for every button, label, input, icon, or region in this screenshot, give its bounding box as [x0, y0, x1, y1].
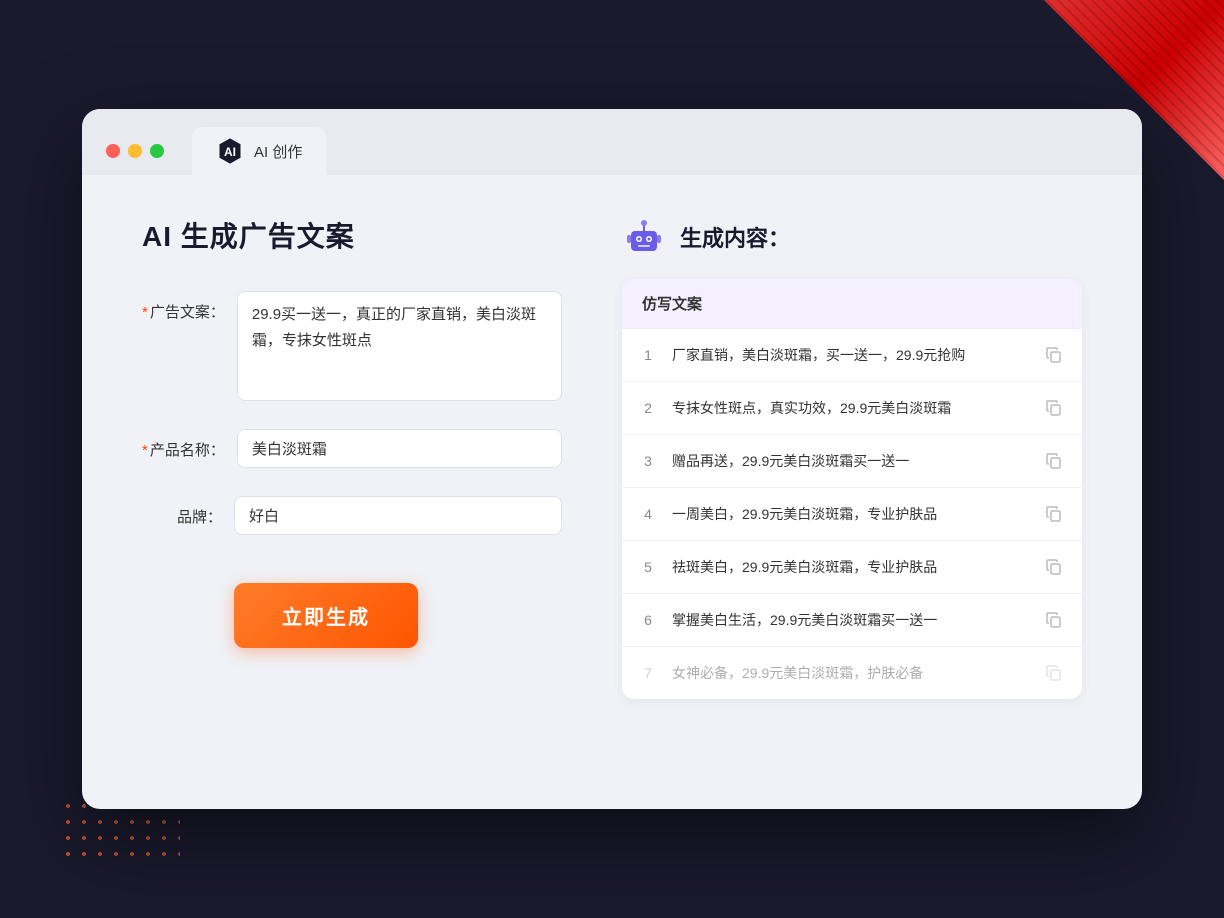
result-title: 生成内容： [680, 221, 790, 253]
table-row: 7 女神必备，29.9元美白淡斑霜，护肤必备 [622, 647, 1082, 699]
copy-icon[interactable] [1042, 608, 1066, 632]
product-name-group: *产品名称： 美白淡斑霜 [142, 429, 562, 468]
required-star-2: * [142, 442, 148, 459]
ad-copy-textarea[interactable]: 29.9买一送一，真正的厂家直销，美白淡斑霜，专抹女性斑点 [237, 291, 562, 401]
ai-hexagon-icon: AI [216, 137, 244, 165]
right-panel: 生成内容： 仿写文案 1 厂家直销，美白淡斑霜，买一送一，29.9元抢购 2 专抹女… [622, 215, 1082, 699]
copy-icon[interactable] [1042, 502, 1066, 526]
copy-icon[interactable] [1042, 661, 1066, 685]
required-star-1: * [142, 304, 148, 321]
row-text: 女神必备，29.9元美白淡斑霜，护肤必备 [672, 663, 1028, 684]
result-table: 仿写文案 1 厂家直销，美白淡斑霜，买一送一，29.9元抢购 2 专抹女性斑点，真实… [622, 279, 1082, 699]
copy-icon[interactable] [1042, 449, 1066, 473]
traffic-lights [106, 144, 164, 158]
copy-icon[interactable] [1042, 555, 1066, 579]
table-header: 仿写文案 [622, 279, 1082, 329]
brand-label: 品牌： [142, 496, 222, 527]
left-panel: AI 生成广告文案 *广告文案： 29.9买一送一，真正的厂家直销，美白淡斑霜，… [142, 215, 562, 699]
row-text: 掌握美白生活，29.9元美白淡斑霜买一送一 [672, 610, 1028, 631]
row-text: 祛斑美白，29.9元美白淡斑霜，专业护肤品 [672, 557, 1028, 578]
ad-copy-group: *广告文案： 29.9买一送一，真正的厂家直销，美白淡斑霜，专抹女性斑点 [142, 291, 562, 401]
tab-title: AI 创作 [254, 141, 302, 162]
browser-window: AI AI 创作 AI 生成广告文案 *广告文案： 29.9买一送一，真正的厂家… [82, 109, 1142, 809]
traffic-light-minimize[interactable] [128, 144, 142, 158]
product-name-label: *产品名称： [142, 429, 225, 460]
result-header: 生成内容： [622, 215, 1082, 259]
table-row: 6 掌握美白生活，29.9元美白淡斑霜买一送一 [622, 594, 1082, 647]
brand-group: 品牌： 好白 [142, 496, 562, 535]
row-number: 3 [638, 453, 658, 469]
traffic-light-maximize[interactable] [150, 144, 164, 158]
copy-icon[interactable] [1042, 343, 1066, 367]
row-number: 4 [638, 506, 658, 522]
row-text: 专抹女性斑点，真实功效，29.9元美白淡斑霜 [672, 398, 1028, 419]
page-title: AI 生成广告文案 [142, 215, 562, 255]
result-rows-container: 1 厂家直销，美白淡斑霜，买一送一，29.9元抢购 2 专抹女性斑点，真实功效，29… [622, 329, 1082, 699]
table-row: 3 赠品再送，29.9元美白淡斑霜买一送一 [622, 435, 1082, 488]
row-number: 1 [638, 347, 658, 363]
row-number: 5 [638, 559, 658, 575]
row-number: 6 [638, 612, 658, 628]
robot-icon [622, 215, 666, 259]
title-bar: AI AI 创作 [82, 109, 1142, 175]
product-name-input[interactable]: 美白淡斑霜 [237, 429, 562, 468]
generate-button[interactable]: 立即生成 [234, 583, 418, 648]
ad-copy-label: *广告文案： [142, 291, 225, 322]
table-row: 5 祛斑美白，29.9元美白淡斑霜，专业护肤品 [622, 541, 1082, 594]
copy-icon[interactable] [1042, 396, 1066, 420]
svg-text:AI: AI [224, 145, 236, 159]
row-text: 一周美白，29.9元美白淡斑霜，专业护肤品 [672, 504, 1028, 525]
browser-tab[interactable]: AI AI 创作 [192, 127, 326, 175]
row-text: 赠品再送，29.9元美白淡斑霜买一送一 [672, 451, 1028, 472]
table-row: 1 厂家直销，美白淡斑霜，买一送一，29.9元抢购 [622, 329, 1082, 382]
traffic-light-close[interactable] [106, 144, 120, 158]
table-row: 2 专抹女性斑点，真实功效，29.9元美白淡斑霜 [622, 382, 1082, 435]
row-number: 2 [638, 400, 658, 416]
brand-input[interactable]: 好白 [234, 496, 562, 535]
row-text: 厂家直销，美白淡斑霜，买一送一，29.9元抢购 [672, 345, 1028, 366]
row-number: 7 [638, 665, 658, 681]
table-row: 4 一周美白，29.9元美白淡斑霜，专业护肤品 [622, 488, 1082, 541]
main-content: AI 生成广告文案 *广告文案： 29.9买一送一，真正的厂家直销，美白淡斑霜，… [82, 175, 1142, 749]
